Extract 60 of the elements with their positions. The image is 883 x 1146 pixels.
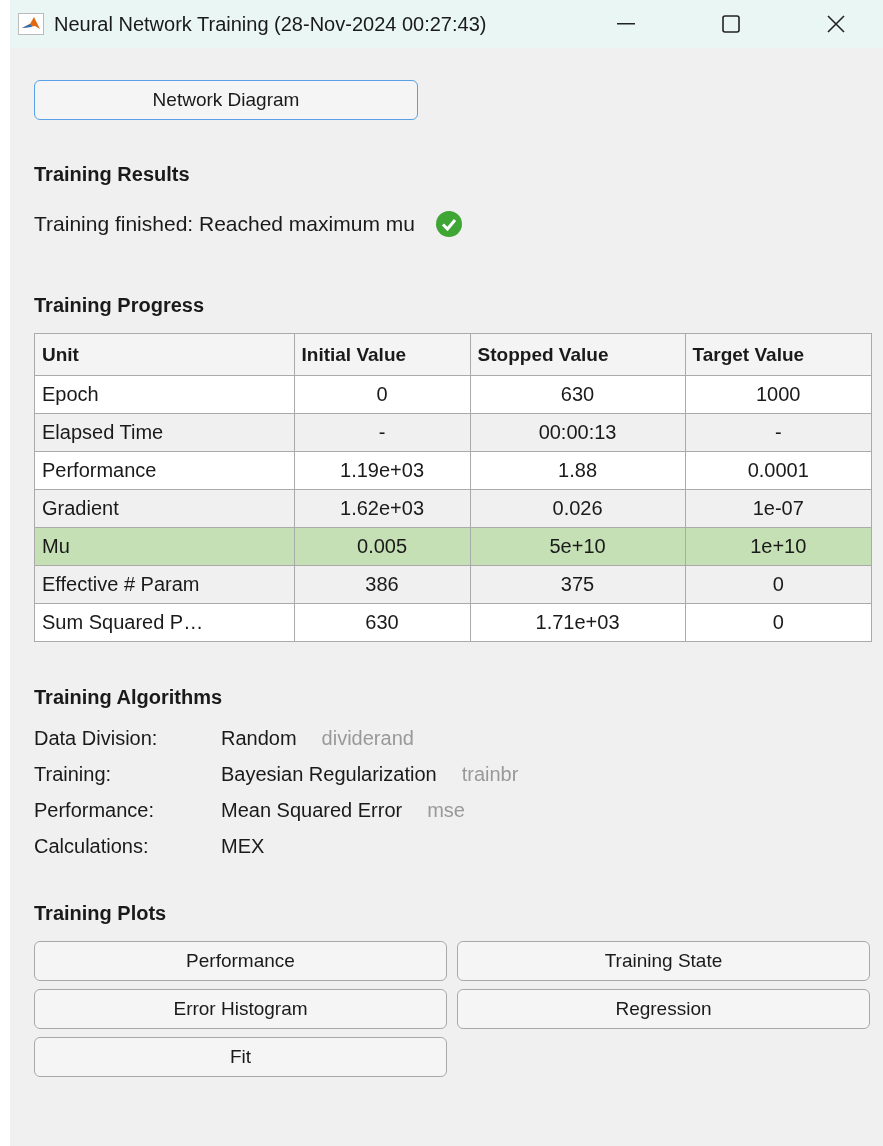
column-header: Target Value — [685, 333, 872, 376]
table-cell: 1000 — [685, 375, 872, 414]
function-name: mse — [427, 799, 465, 822]
maximize-icon — [721, 15, 740, 33]
section-heading: Training Algorithms — [34, 686, 224, 709]
table-cell: 375 — [470, 565, 685, 604]
table-cell: 630 — [294, 603, 471, 642]
table-cell: 0.005 — [294, 527, 471, 566]
table-cell: Elapsed Time — [34, 413, 294, 452]
algorithm-value: Random — [221, 727, 297, 750]
table-cell: 630 — [470, 375, 685, 414]
table-cell: 0 — [685, 603, 872, 642]
column-header: Stopped Value — [470, 333, 685, 376]
table-cell: 1.88 — [470, 451, 685, 490]
network-diagram-button[interactable]: Network Diagram — [34, 80, 418, 120]
section-heading: Training Plots — [34, 902, 168, 925]
table-cell: 0 — [685, 565, 872, 604]
status-message: Training finished: Reached maximum mu — [34, 212, 415, 236]
algorithm-value: Bayesian Regularization — [221, 763, 437, 786]
table-cell: 0 — [294, 375, 471, 414]
table-cell: Epoch — [34, 375, 294, 414]
table-cell: 1.62e+03 — [294, 489, 471, 528]
table-cell: 386 — [294, 565, 471, 604]
table-cell: 1e+10 — [685, 527, 872, 566]
window-title: Neural Network Training (28-Nov-2024 00:27:43) — [54, 12, 488, 36]
table-cell: Effective # Param — [34, 565, 294, 604]
table-cell: 00:00:13 — [470, 413, 685, 452]
table-cell: - — [685, 413, 872, 452]
algorithm-label: Calculations: — [34, 835, 150, 858]
algorithm-label: Data Division: — [34, 727, 159, 750]
plot-button[interactable]: Training State — [457, 941, 870, 981]
check-icon — [434, 210, 463, 238]
table-cell: Sum Squared P… — [34, 603, 294, 642]
table-cell: 1.71e+03 — [470, 603, 685, 642]
minimize-icon — [616, 23, 635, 25]
section-heading: Training Results — [34, 163, 191, 186]
function-name: trainbr — [461, 763, 519, 786]
algorithm-label: Performance: — [34, 799, 156, 822]
table-cell: Mu — [34, 527, 294, 566]
algorithm-value: Mean Squared Error — [221, 799, 403, 822]
function-name: dividerand — [321, 727, 414, 750]
plot-button[interactable]: Regression — [457, 989, 870, 1029]
table-cell: 5e+10 — [470, 527, 685, 566]
plot-button[interactable]: Performance — [34, 941, 447, 981]
plot-button[interactable]: Fit — [34, 1037, 447, 1077]
column-header: Initial Value — [294, 333, 471, 376]
table-cell: 0.026 — [470, 489, 685, 528]
table-cell: 1.19e+03 — [294, 451, 471, 490]
algorithm-value: MEX — [221, 835, 265, 858]
close-icon — [826, 15, 845, 33]
plot-button[interactable]: Error Histogram — [34, 989, 447, 1029]
table-cell: Performance — [34, 451, 294, 490]
algorithm-label: Training: — [34, 763, 113, 786]
column-header: Unit — [34, 333, 294, 376]
table-cell: 1e-07 — [685, 489, 872, 528]
section-heading: Training Progress — [34, 294, 206, 317]
table-cell: Gradient — [34, 489, 294, 528]
app-logo-icon — [18, 13, 44, 35]
table-cell: - — [294, 413, 471, 452]
table-cell: 0.0001 — [685, 451, 872, 490]
